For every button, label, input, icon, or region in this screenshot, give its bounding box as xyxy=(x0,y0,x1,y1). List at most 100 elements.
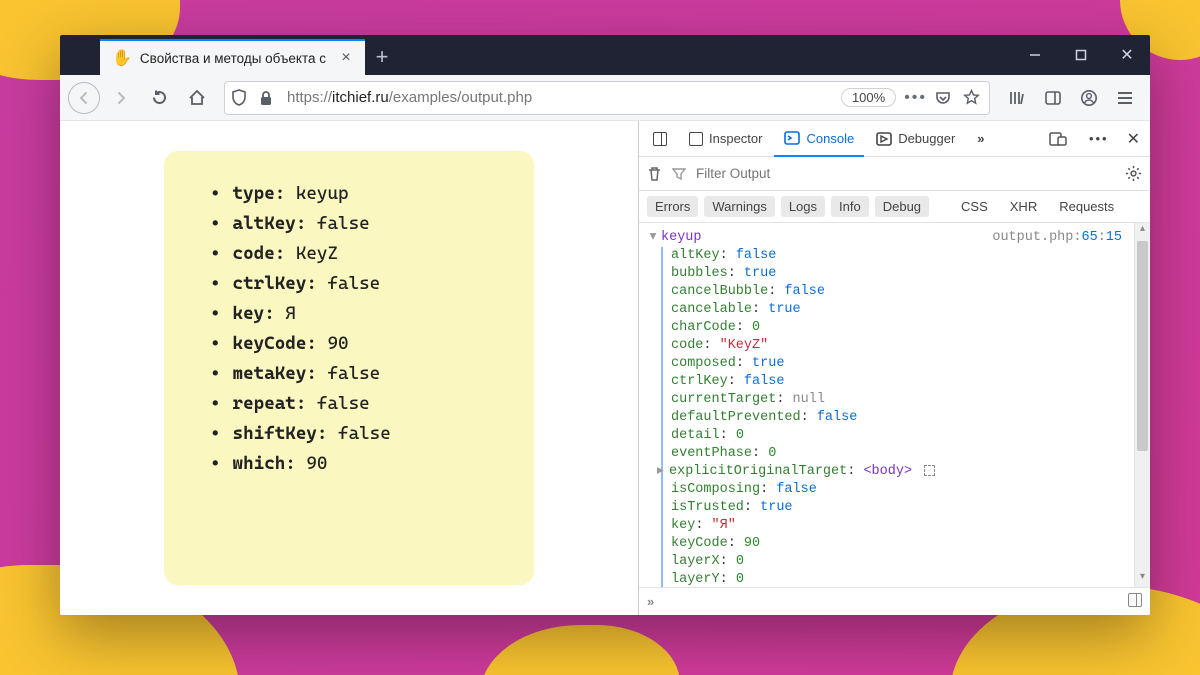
pocket-icon[interactable] xyxy=(935,90,955,106)
browser-tab[interactable]: ✋ Свойства и методы объекта с × xyxy=(100,39,365,75)
object-property[interactable]: ▸explicitOriginalTarget: <body> xyxy=(671,463,1130,481)
output-line: repeat: false xyxy=(210,389,484,419)
new-tab-button[interactable]: + xyxy=(365,39,399,75)
object-property[interactable]: layerY: 0 xyxy=(671,571,1130,587)
log-source-location[interactable]: output.php:65:15 xyxy=(992,229,1130,247)
cat-css[interactable]: CSS xyxy=(953,196,996,217)
output-line: type: keyup xyxy=(210,179,484,209)
object-property[interactable]: defaultPrevented: false xyxy=(671,409,1130,427)
cat-warnings[interactable]: Warnings xyxy=(704,196,774,217)
filter-input[interactable] xyxy=(696,166,1115,181)
window-maximize-button[interactable] xyxy=(1058,35,1104,75)
output-line: altKey: false xyxy=(210,209,484,239)
output-line: ctrlKey: false xyxy=(210,269,484,299)
object-property[interactable]: keyCode: 90 xyxy=(671,535,1130,553)
object-property[interactable]: eventPhase: 0 xyxy=(671,445,1130,463)
bg-blob xyxy=(480,625,680,675)
output-line: which: 90 xyxy=(210,449,484,479)
library-icon[interactable] xyxy=(1000,81,1034,115)
output-line: metaKey: false xyxy=(210,359,484,389)
console-icon xyxy=(784,131,800,145)
output-panel: type: keyupaltKey: falsecode: KeyZctrlKe… xyxy=(164,151,534,585)
reload-button[interactable] xyxy=(142,81,176,115)
scrollbar-thumb[interactable] xyxy=(1137,241,1148,451)
object-property[interactable]: isComposing: false xyxy=(671,481,1130,499)
object-property[interactable]: composed: true xyxy=(671,355,1130,373)
scroll-up-icon[interactable]: ▴ xyxy=(1135,223,1150,239)
object-property[interactable]: cancelBubble: false xyxy=(671,283,1130,301)
bookmark-star-icon[interactable] xyxy=(963,89,983,106)
split-console-icon[interactable] xyxy=(1128,593,1142,610)
disclosure-triangle-icon[interactable]: ▾ xyxy=(645,229,661,247)
inspector-icon xyxy=(689,132,703,146)
object-property[interactable]: detail: 0 xyxy=(671,427,1130,445)
log-event-name: keyup xyxy=(661,229,702,247)
menu-button[interactable] xyxy=(1108,81,1142,115)
console-prompt-icon: » xyxy=(647,594,654,609)
account-icon[interactable] xyxy=(1072,81,1106,115)
tab-close-button[interactable]: × xyxy=(337,50,355,66)
zoom-level[interactable]: 100% xyxy=(841,88,896,107)
console-output[interactable]: ▾ keyup output.php:65:15 altKey: falsebu… xyxy=(639,223,1134,587)
object-property[interactable]: code: "KeyZ" xyxy=(671,337,1130,355)
window-controls: ✕ xyxy=(1012,35,1150,75)
object-property[interactable]: key: "Я" xyxy=(671,517,1130,535)
object-property[interactable]: isTrusted: true xyxy=(671,499,1130,517)
devtools-tab-debugger[interactable]: Debugger xyxy=(866,121,965,157)
page-content: type: keyupaltKey: falsecode: KeyZctrlKe… xyxy=(60,121,638,615)
console-settings-button[interactable] xyxy=(1125,165,1142,182)
output-line: shiftKey: false xyxy=(210,419,484,449)
page-actions-button[interactable]: ••• xyxy=(904,89,927,107)
tab-title: Свойства и методы объекта с xyxy=(140,51,329,66)
cat-xhr[interactable]: XHR xyxy=(1002,196,1045,217)
cat-requests[interactable]: Requests xyxy=(1051,196,1122,217)
scrollbar[interactable]: ▴ ▾ xyxy=(1134,223,1150,587)
devtools-responsive-icon[interactable] xyxy=(1039,121,1077,157)
tab-spacer xyxy=(60,35,100,75)
window-close-button[interactable]: ✕ xyxy=(1104,35,1150,75)
lock-icon[interactable] xyxy=(259,90,279,106)
output-line: key: Я xyxy=(210,299,484,329)
shield-icon[interactable] xyxy=(231,89,251,107)
cat-info[interactable]: Info xyxy=(831,196,869,217)
window-minimize-button[interactable] xyxy=(1012,35,1058,75)
url-text: https://itchief.ru/examples/output.php xyxy=(287,89,833,106)
devtools-iframe-picker[interactable] xyxy=(643,121,677,157)
console-filter-bar xyxy=(639,157,1150,191)
iframe-picker-icon xyxy=(653,132,667,146)
cat-debug[interactable]: Debug xyxy=(875,196,929,217)
console-input-bar[interactable]: » xyxy=(639,587,1150,615)
clear-console-button[interactable] xyxy=(647,166,662,182)
devtools-tab-console[interactable]: Console xyxy=(774,121,864,157)
console-categories: Errors Warnings Logs Info Debug CSS XHR … xyxy=(639,191,1150,223)
forward-button[interactable] xyxy=(104,81,138,115)
devtools-menu-icon[interactable]: ••• xyxy=(1079,121,1119,157)
object-property[interactable]: layerX: 0 xyxy=(671,553,1130,571)
scroll-down-icon[interactable]: ▾ xyxy=(1135,571,1150,587)
toolbar-right xyxy=(1000,81,1142,115)
browser-window: ✋ Свойства и методы объекта с × + ✕ http… xyxy=(60,35,1150,615)
cat-logs[interactable]: Logs xyxy=(781,196,825,217)
object-property[interactable]: altKey: false xyxy=(671,247,1130,265)
cat-errors[interactable]: Errors xyxy=(647,196,698,217)
object-property[interactable]: currentTarget: null xyxy=(671,391,1130,409)
home-button[interactable] xyxy=(180,81,214,115)
devtools-tabs-overflow[interactable]: » xyxy=(967,121,994,157)
devtools-panel: Inspector Console Debugger » ••• ✕ Error… xyxy=(638,121,1150,615)
filter-icon xyxy=(672,167,686,181)
output-line: keyCode: 90 xyxy=(210,329,484,359)
object-property[interactable]: ctrlKey: false xyxy=(671,373,1130,391)
object-property[interactable]: bubbles: true xyxy=(671,265,1130,283)
object-property[interactable]: charCode: 0 xyxy=(671,319,1130,337)
favicon-icon: ✋ xyxy=(112,48,132,68)
devtools-tabbar: Inspector Console Debugger » ••• ✕ xyxy=(639,121,1150,157)
back-button[interactable] xyxy=(68,82,100,114)
devtools-tab-inspector[interactable]: Inspector xyxy=(679,121,772,157)
tab-strip: ✋ Свойства и методы объекта с × + ✕ xyxy=(60,35,1150,75)
output-line: code: KeyZ xyxy=(210,239,484,269)
debugger-icon xyxy=(876,132,892,146)
sidebar-icon[interactable] xyxy=(1036,81,1070,115)
devtools-close-button[interactable]: ✕ xyxy=(1121,121,1146,157)
object-property[interactable]: cancelable: true xyxy=(671,301,1130,319)
address-bar[interactable]: https://itchief.ru/examples/output.php 1… xyxy=(224,81,990,115)
